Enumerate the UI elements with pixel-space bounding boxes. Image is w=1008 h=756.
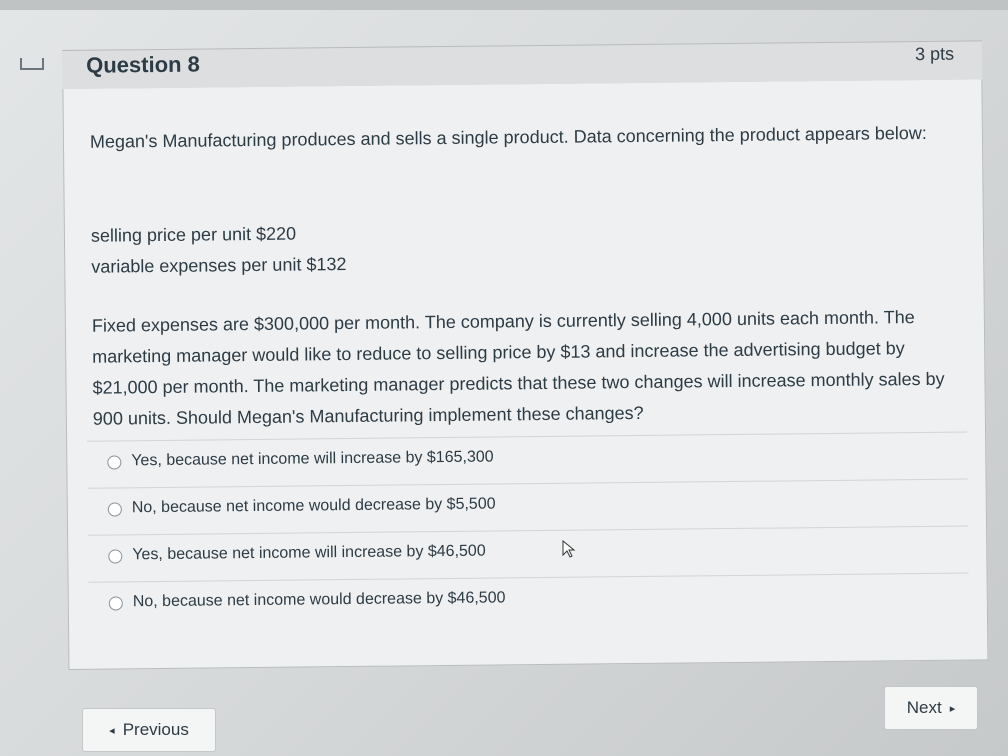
question-body: Megan's Manufacturing produces and sells… xyxy=(62,79,989,670)
next-label: Next xyxy=(906,698,942,717)
answer-label: No, because net income would decrease by… xyxy=(131,495,496,517)
chevron-right-icon: ▸ xyxy=(949,702,956,715)
radio-button[interactable] xyxy=(107,455,122,470)
answer-option-4[interactable]: No, because net income would decrease by… xyxy=(88,572,970,629)
question-title: Question 8 xyxy=(86,51,200,78)
top-strip xyxy=(0,0,1008,10)
answer-label: Yes, because net income will increase by… xyxy=(131,448,494,470)
answer-list: Yes, because net income will increase by… xyxy=(87,431,970,629)
previous-button[interactable]: ◂ Previous xyxy=(82,708,216,752)
radio-button[interactable] xyxy=(107,502,122,517)
question-intro: Megan's Manufacturing produces and sells… xyxy=(89,122,927,152)
answer-label: No, because net income would decrease by… xyxy=(132,589,506,611)
answer-label: Yes, because net income will increase by… xyxy=(132,542,486,564)
question-scenario: Fixed expenses are $300,000 per month. T… xyxy=(91,307,945,429)
chevron-left-icon: ◂ xyxy=(109,724,115,737)
question-points: 3 pts xyxy=(914,43,955,65)
question-data: selling price per unit $220 variable exp… xyxy=(91,212,952,283)
question-card: Question 8 3 pts Megan's Manufacturing p… xyxy=(62,40,989,670)
radio-button[interactable] xyxy=(108,549,123,564)
flag-icon[interactable] xyxy=(20,58,44,70)
radio-button[interactable] xyxy=(108,596,123,611)
next-button[interactable]: Next ▸ xyxy=(884,686,978,730)
previous-label: Previous xyxy=(122,720,189,739)
cursor-icon xyxy=(562,540,576,558)
